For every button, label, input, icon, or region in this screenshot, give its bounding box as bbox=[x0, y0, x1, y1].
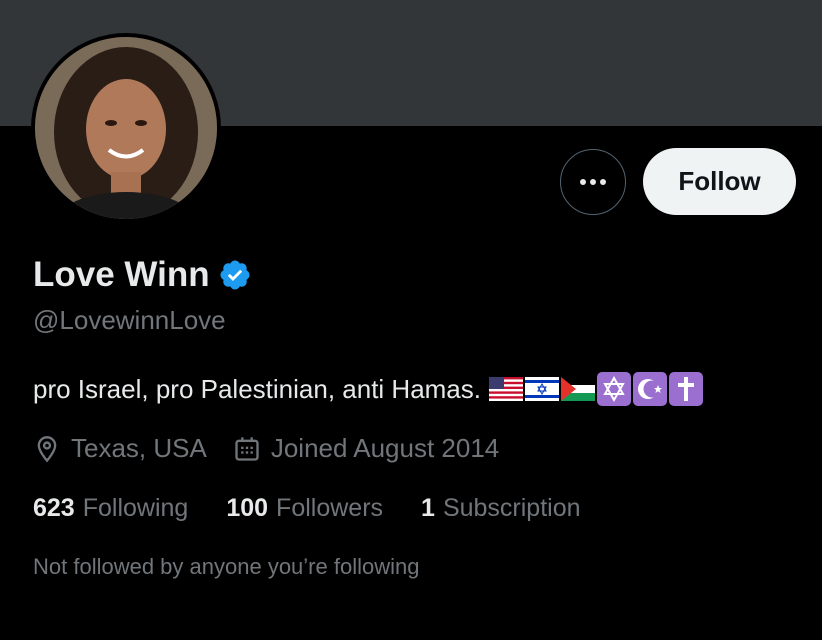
joined-text: Joined August 2014 bbox=[270, 433, 500, 463]
profile-meta: Texas, USA Joined August 2014 bbox=[33, 433, 525, 464]
followed-by-note: Not followed by anyone you’re following bbox=[33, 554, 420, 579]
follow-button[interactable]: Follow bbox=[643, 148, 796, 215]
display-name: Love Winn bbox=[33, 255, 210, 294]
followers-count: 100 bbox=[226, 494, 269, 522]
location-pin-icon bbox=[37, 435, 57, 462]
bio: pro Israel, pro Palestinian, anti Hamas. bbox=[33, 372, 703, 406]
followers-label: Followers bbox=[276, 494, 384, 522]
followers-link[interactable]: 100 Followers bbox=[226, 494, 383, 523]
subscriptions-label: Subscription bbox=[442, 494, 581, 522]
location-item: Texas, USA bbox=[33, 433, 207, 464]
israel-flag-icon bbox=[525, 377, 559, 401]
bio-emojis bbox=[489, 372, 703, 406]
subscriptions-count: 1 bbox=[421, 494, 435, 522]
star-and-crescent-icon bbox=[633, 372, 667, 406]
bio-text: pro Israel, pro Palestinian, anti Hamas. bbox=[33, 373, 481, 404]
latin-cross-icon bbox=[669, 372, 703, 406]
joined-item: Joined August 2014 bbox=[233, 433, 499, 464]
following-link[interactable]: 623 Following bbox=[33, 494, 188, 523]
verified-badge-icon[interactable] bbox=[218, 258, 252, 292]
profile-stats: 623 Following 100 Followers 1 Subscription bbox=[33, 494, 619, 523]
subscriptions-link[interactable]: 1 Subscription bbox=[421, 494, 580, 523]
following-label: Following bbox=[82, 494, 189, 522]
us-flag-icon bbox=[489, 377, 523, 401]
avatar[interactable] bbox=[31, 33, 221, 223]
more-options-button[interactable] bbox=[560, 149, 626, 215]
more-dots-icon bbox=[580, 179, 606, 185]
palestine-flag-icon bbox=[561, 377, 595, 401]
following-count: 623 bbox=[33, 494, 75, 522]
location-text: Texas, USA bbox=[71, 433, 207, 463]
star-of-david-icon bbox=[597, 372, 631, 406]
user-handle: @LovewinnLove bbox=[33, 305, 226, 335]
calendar-icon bbox=[235, 436, 259, 461]
name-row: Love Winn bbox=[33, 255, 252, 295]
